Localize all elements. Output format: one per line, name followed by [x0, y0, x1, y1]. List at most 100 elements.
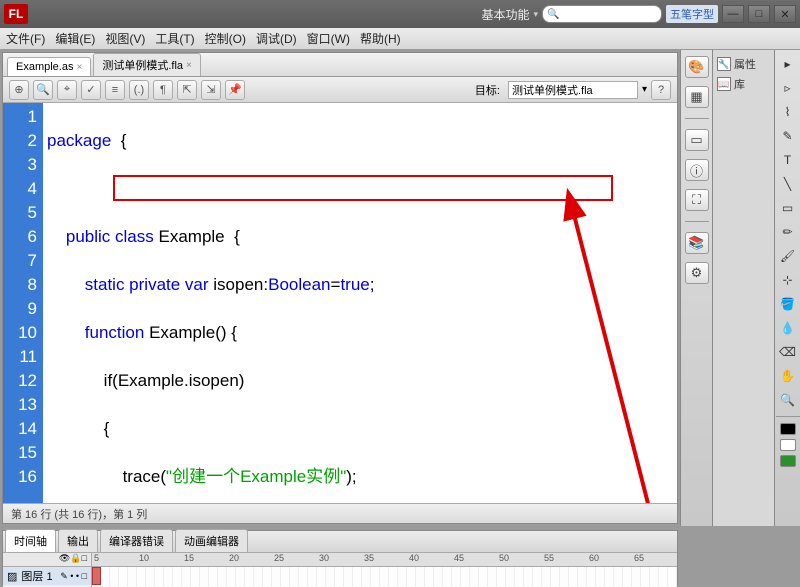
menu-file[interactable]: 文件(F) — [6, 30, 45, 47]
line-num: 16 — [5, 465, 37, 489]
playhead[interactable] — [92, 567, 101, 585]
line-num: 2 — [5, 129, 37, 153]
brush-tool-icon[interactable]: 🖌 — [778, 246, 798, 266]
outline-icon[interactable]: □ — [82, 553, 87, 566]
menu-bar: 文件(F) 编辑(E) 视图(V) 工具(T) 控制(O) 调试(D) 窗口(W… — [0, 28, 800, 50]
selection-tool-icon[interactable]: ▸ — [778, 54, 798, 74]
close-icon[interactable]: × — [76, 62, 82, 73]
bucket-tool-icon[interactable]: 🪣 — [778, 294, 798, 314]
maximize-button[interactable]: □ — [748, 5, 770, 23]
tools-panel: ▸ ▹ ⌇ ✎ T ╲ ▭ ✏ 🖌 ⊹ 🪣 💧 ⌫ ✋ 🔍 — [774, 50, 800, 526]
layer-row[interactable]: ▨图层 1✎ • • □ — [3, 567, 91, 585]
frame-mark: 45 — [452, 553, 497, 566]
text-tool-icon[interactable]: T — [778, 150, 798, 170]
color-panel-icon[interactable]: 🎨 — [685, 56, 709, 78]
line-tool-icon[interactable]: ╲ — [778, 174, 798, 194]
library-panel-icon[interactable]: 📚 — [685, 232, 709, 254]
menu-window[interactable]: 窗口(W) — [307, 30, 350, 47]
frame-mark: 10 — [137, 553, 182, 566]
line-num: 4 — [5, 177, 37, 201]
find-icon[interactable]: 🔍 — [33, 80, 53, 100]
code-toolbar: ⊕ 🔍 ⌖ ✓ ≡ (.) ¶ ⇱ ⇲ 📌 目标: ▾ ? — [3, 77, 677, 103]
check-icon[interactable]: ✓ — [81, 80, 101, 100]
hand-tool-icon[interactable]: ✋ — [778, 366, 798, 386]
line-num: 8 — [5, 273, 37, 297]
zoom-tool-icon[interactable]: 🔍 — [778, 390, 798, 410]
chevron-down-icon[interactable]: ▾ — [642, 84, 647, 95]
layer-header: 👁 🔒 □ — [3, 553, 91, 567]
target-select[interactable] — [508, 81, 638, 99]
fill-swatch[interactable] — [780, 439, 796, 451]
stroke-swatch[interactable] — [780, 423, 796, 435]
pen-tool-icon[interactable]: ✎ — [778, 126, 798, 146]
eye-icon[interactable]: 👁 — [59, 553, 70, 566]
workspace-dropdown-icon[interactable]: ▾ — [533, 9, 538, 20]
lasso-tool-icon[interactable]: ⌇ — [778, 102, 798, 122]
frame-mark: 35 — [362, 553, 407, 566]
kw-package: package — [47, 131, 111, 150]
pin-icon[interactable]: 📌 — [225, 80, 245, 100]
eyedropper-tool-icon[interactable]: 💧 — [778, 318, 798, 338]
document-tabs: Example.as× 测试单例模式.fla× — [3, 53, 677, 77]
frames-area[interactable]: 5 10 15 20 25 30 35 40 45 50 55 60 65 — [92, 553, 677, 587]
transform-panel-icon[interactable]: ⛶ — [685, 189, 709, 211]
pencil-icon: ✎ • • □ — [60, 571, 87, 582]
menu-help[interactable]: 帮助(H) — [360, 30, 401, 47]
rect-tool-icon[interactable]: ▭ — [778, 198, 798, 218]
swap-swatch[interactable] — [780, 455, 796, 467]
info-panel-icon[interactable]: ⓘ — [685, 159, 709, 181]
separator — [776, 416, 800, 417]
collapse-icon[interactable]: ⇱ — [177, 80, 197, 100]
menu-control[interactable]: 控制(O) — [205, 30, 246, 47]
line-num: 11 — [5, 345, 37, 369]
target-icon[interactable]: ⌖ — [57, 80, 77, 100]
search-input[interactable]: 🔍 — [542, 5, 662, 23]
line-num: 10 — [5, 321, 37, 345]
code-editor[interactable]: 1 2 3 4 5 6 7 8 9 10 11 12 13 14 15 16 p… — [3, 103, 677, 503]
snippet-icon[interactable]: ¶ — [153, 80, 173, 100]
format-icon[interactable]: ≡ — [105, 80, 125, 100]
minimize-button[interactable]: — — [722, 5, 744, 23]
swatches-panel-icon[interactable]: ▦ — [685, 86, 709, 108]
lock-icon[interactable]: 🔒 — [70, 553, 81, 566]
expand-icon[interactable]: ⇲ — [201, 80, 221, 100]
menu-edit[interactable]: 编辑(E) — [55, 30, 95, 47]
code-text[interactable]: package { public class Example { static … — [43, 103, 677, 503]
timeline-body: 👁 🔒 □ ▨图层 1✎ • • □ 5 10 15 20 25 30 35 4… — [3, 553, 677, 587]
frame-mark: 60 — [587, 553, 632, 566]
annotation-arrow — [43, 103, 677, 503]
tab-example-as[interactable]: Example.as× — [7, 57, 91, 76]
frame-mark: 65 — [632, 553, 677, 566]
workspace-label[interactable]: 基本功能 — [481, 6, 529, 23]
ime-chip: 五笔字型 — [666, 5, 718, 23]
panel-tab-label: 属性 — [734, 56, 756, 72]
add-icon[interactable]: ⊕ — [9, 80, 29, 100]
editor-status: 第 16 行 (共 16 行)，第 1 列 — [3, 503, 677, 523]
menu-tools[interactable]: 工具(T) — [155, 30, 194, 47]
tab-fla[interactable]: 测试单例模式.fla× — [93, 53, 201, 76]
close-button[interactable]: ✕ — [774, 5, 796, 23]
tab-timeline[interactable]: 时间轴 — [5, 529, 56, 552]
close-icon[interactable]: × — [186, 60, 192, 71]
tab-compiler-errors[interactable]: 编译器错误 — [100, 529, 173, 552]
panel-tab-properties[interactable]: 🔧属性 — [717, 54, 770, 74]
bracket-icon[interactable]: (.) — [129, 80, 149, 100]
kw-boolean: Boolean — [268, 275, 330, 294]
help-icon[interactable]: ? — [651, 80, 671, 100]
bone-tool-icon[interactable]: ⊹ — [778, 270, 798, 290]
menu-debug[interactable]: 调试(D) — [256, 30, 297, 47]
pencil-tool-icon[interactable]: ✏ — [778, 222, 798, 242]
tab-motion-editor[interactable]: 动画编辑器 — [175, 529, 248, 552]
code-token: Example { — [159, 227, 240, 246]
eraser-tool-icon[interactable]: ⌫ — [778, 342, 798, 362]
tab-output[interactable]: 输出 — [58, 529, 98, 552]
document-pane: Example.as× 测试单例模式.fla× ⊕ 🔍 ⌖ ✓ ≡ (.) ¶ … — [2, 52, 678, 524]
components-panel-icon[interactable]: ⚙ — [685, 262, 709, 284]
align-panel-icon[interactable]: ▭ — [685, 129, 709, 151]
code-token: ); — [346, 467, 356, 486]
subselect-tool-icon[interactable]: ▹ — [778, 78, 798, 98]
panel-tab-library[interactable]: 📖库 — [717, 74, 770, 94]
frame-mark: 20 — [227, 553, 272, 566]
menu-view[interactable]: 视图(V) — [105, 30, 145, 47]
panel-tab-label: 库 — [734, 76, 745, 92]
